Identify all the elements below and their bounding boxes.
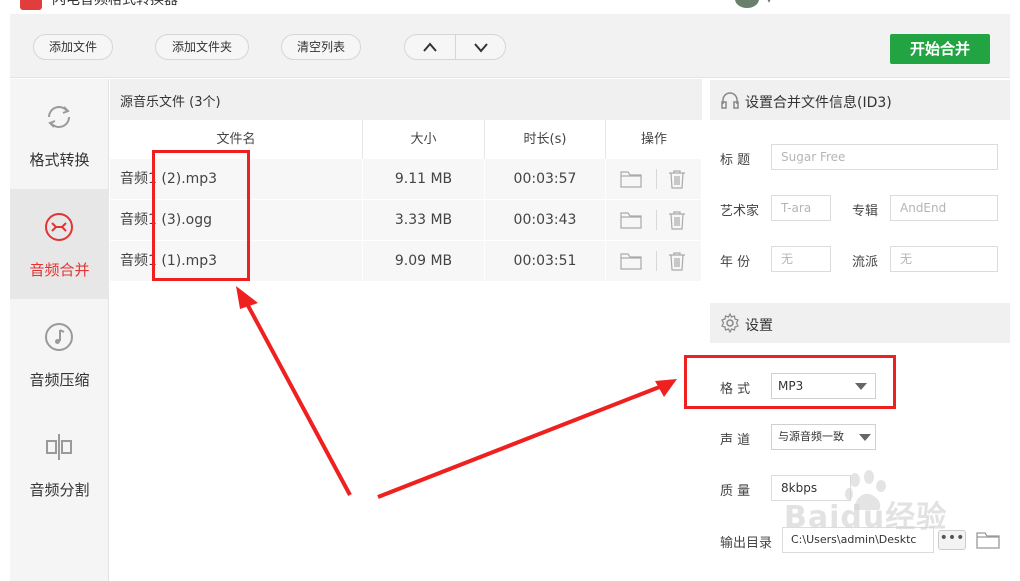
folder-icon[interactable] [620, 251, 642, 271]
channel-label: 声 道 [720, 433, 751, 448]
folder-icon[interactable] [620, 169, 642, 189]
sidebar-item-label: 格式转换 [29, 151, 90, 169]
chevron-down-icon [859, 434, 871, 441]
sidebar-item-format-convert[interactable]: 格式转换 [10, 79, 109, 189]
column-header-duration: 时长(s) [485, 120, 606, 159]
split-icon [46, 434, 72, 460]
output-dir-label: 输出目录 [720, 536, 773, 551]
toolbar: 添加文件 添加文件夹 清空列表 开始合并 [10, 14, 1010, 78]
title-label: 标 题 [720, 153, 751, 168]
genre-label: 流派 [852, 255, 879, 270]
add-folder-button[interactable]: 添加文件夹 [155, 34, 249, 60]
sidebar-item-label: 音频合并 [29, 261, 90, 279]
add-file-button[interactable]: 添加文件 [33, 34, 113, 60]
quality-label: 质 量 [720, 484, 751, 499]
move-up-button[interactable] [405, 35, 455, 59]
file-size: 9.09 MB [363, 241, 485, 282]
id3-section-header: 设置合并文件信息(ID3) [710, 80, 1010, 120]
file-duration: 00:03:43 [485, 200, 606, 241]
file-size: 9.11 MB [363, 159, 485, 200]
app-logo [20, 0, 42, 10]
annotation-box-filenames [152, 150, 250, 281]
source-files-title: 源音乐文件 (3个) [120, 95, 221, 110]
channel-value: 与源音频一致 [778, 430, 844, 443]
sidebar-item-audio-split[interactable]: 音频分割 [10, 409, 109, 519]
channel-select[interactable]: 与源音频一致 [771, 424, 876, 450]
start-merge-button[interactable]: 开始合并 [890, 34, 990, 64]
watermark: Baidu经验 [784, 500, 948, 535]
chevron-down-icon [474, 43, 488, 53]
settings-section-header: 设置 [710, 303, 1010, 343]
trash-icon[interactable] [666, 169, 688, 189]
file-size: 3.33 MB [363, 200, 485, 241]
album-input[interactable]: AndEnd [890, 195, 998, 221]
sidebar-item-label: 音频压缩 [29, 371, 90, 389]
trash-icon[interactable] [666, 251, 688, 271]
user-menu-icon[interactable]: ▾ [766, 0, 772, 6]
trash-icon[interactable] [666, 210, 688, 230]
genre-input[interactable]: 无 [890, 246, 998, 272]
annotation-box-format [684, 355, 896, 409]
app-title: 闪电音频格式转换器 [52, 0, 178, 8]
album-label: 专辑 [852, 204, 879, 219]
move-down-button[interactable] [456, 35, 505, 59]
file-actions [606, 159, 702, 200]
file-actions [606, 200, 702, 241]
source-files-header: 源音乐文件 (3个) [110, 79, 702, 120]
sidebar: 格式转换 音频合并 音频压缩 音频分割 [10, 79, 109, 581]
headphones-icon [721, 92, 739, 109]
chevron-up-icon [423, 42, 437, 52]
avatar[interactable] [735, 0, 759, 8]
clear-list-button[interactable]: 清空列表 [281, 34, 361, 60]
folder-icon[interactable] [976, 530, 1000, 550]
id3-section-title: 设置合并文件信息(ID3) [745, 95, 892, 111]
folder-icon[interactable] [620, 210, 642, 230]
column-header-size: 大小 [363, 120, 485, 159]
year-input[interactable]: 无 [771, 246, 831, 272]
music-note-icon [45, 323, 73, 351]
artist-input[interactable]: T-ara [771, 195, 831, 221]
sidebar-item-audio-merge[interactable]: 音频合并 [10, 189, 109, 299]
file-duration: 00:03:57 [485, 159, 606, 200]
artist-label: 艺术家 [720, 204, 760, 219]
title-input[interactable]: Sugar Free [771, 144, 998, 170]
merge-icon [45, 213, 73, 241]
column-header-actions: 操作 [640, 132, 667, 147]
year-label: 年 份 [720, 255, 751, 270]
file-actions [606, 241, 702, 282]
refresh-icon [48, 106, 70, 128]
sidebar-item-audio-compress[interactable]: 音频压缩 [10, 299, 109, 409]
settings-section-title: 设置 [745, 318, 773, 334]
file-duration: 00:03:51 [485, 241, 606, 282]
sidebar-item-label: 音频分割 [29, 481, 90, 499]
title-bar: 闪电音频格式转换器 ▾ [0, 0, 1020, 14]
gear-icon [721, 313, 739, 333]
move-buttons [404, 34, 506, 60]
